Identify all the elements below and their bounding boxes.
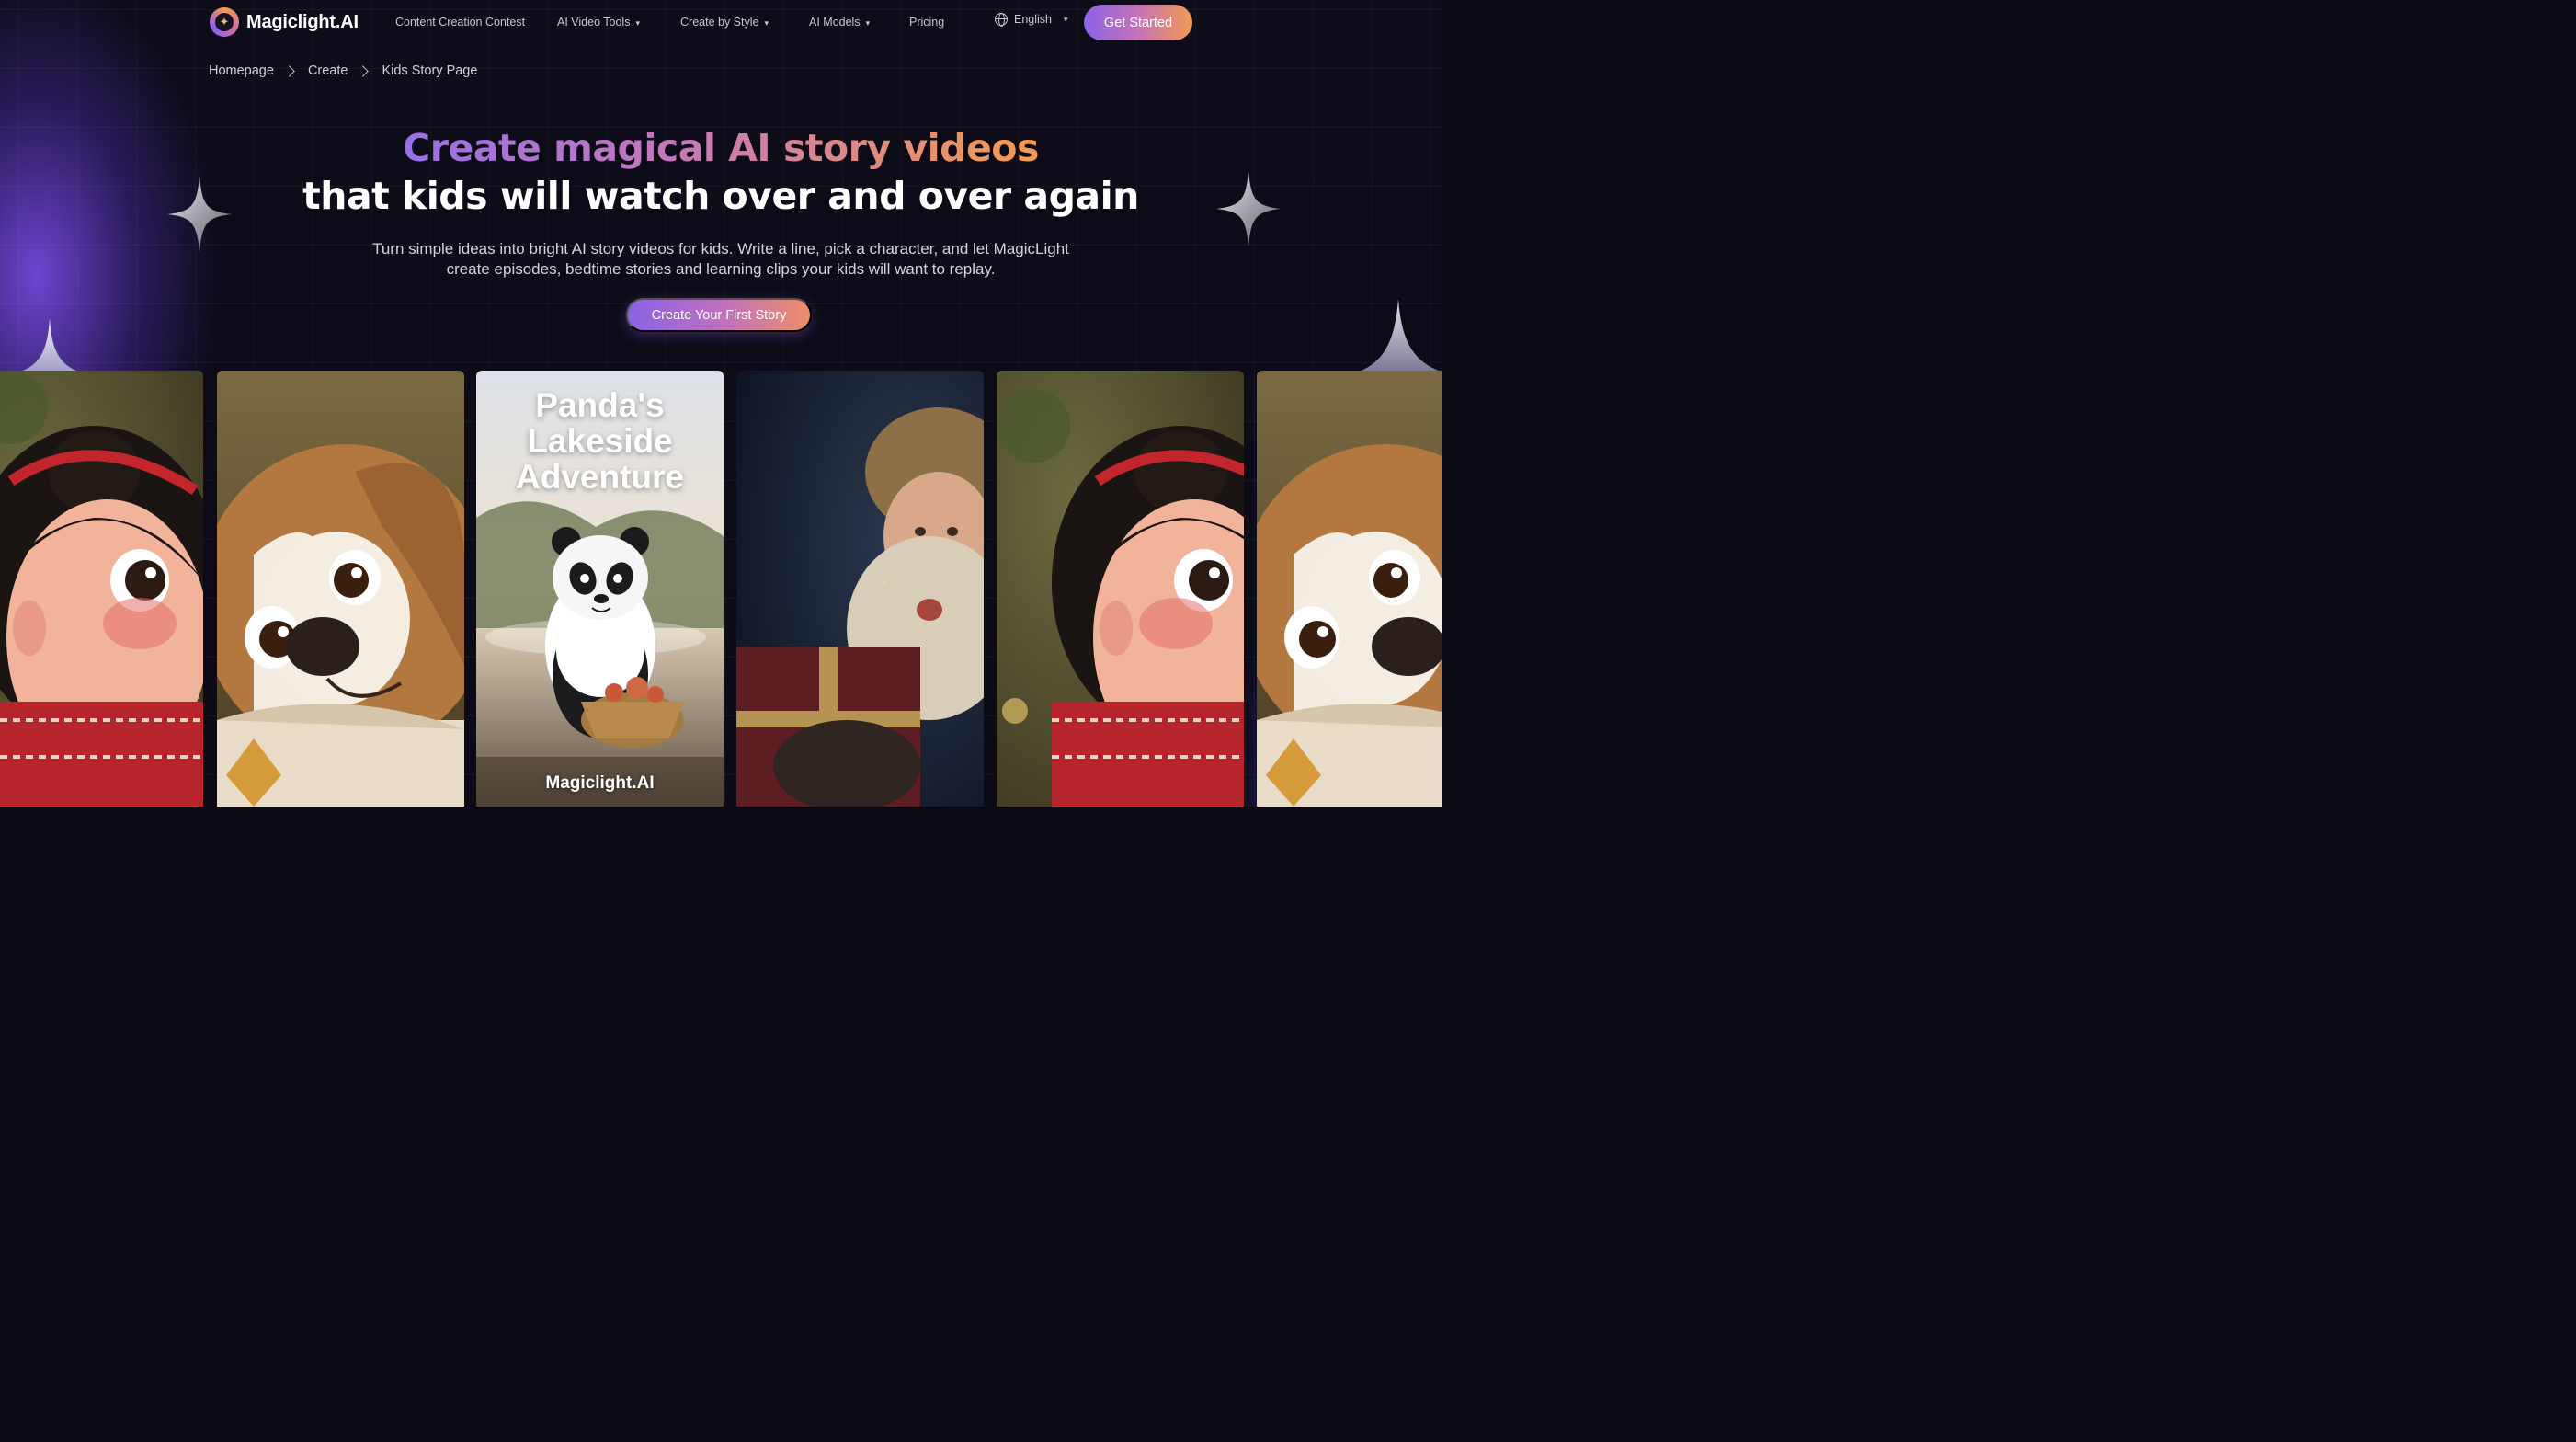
brand-logo[interactable]: ✦ Magiclight.AI <box>210 7 359 37</box>
chevron-right-icon <box>357 64 370 77</box>
sparkle-logo-icon: ✦ <box>210 7 239 37</box>
hero-subtitle: Turn simple ideas into bright AI story v… <box>372 240 1069 278</box>
chevron-down-icon: ▾ <box>764 17 769 28</box>
language-label: English <box>1014 13 1052 26</box>
chevron-right-icon <box>283 64 295 77</box>
chevron-down-icon: ▾ <box>635 17 640 28</box>
sparkle-icon-bottom-right <box>1359 299 1442 372</box>
hero-headline-primary: Create magical AI story videos <box>0 126 1442 170</box>
brand-name: Magiclight.AI <box>246 11 359 32</box>
puppy-character-illustration <box>1257 371 1442 807</box>
nav-item-ai-video-tools[interactable]: AI Video Tools ▾ <box>557 16 640 29</box>
video-card-girl[interactable] <box>0 371 203 807</box>
language-selector[interactable]: English ▾ <box>995 13 1068 27</box>
top-navigation: ✦ Magiclight.AI Content Creation Contest… <box>0 0 1442 46</box>
breadcrumb: Homepage Create Kids Story Page <box>209 63 477 78</box>
video-card-santa[interactable] <box>736 371 984 807</box>
poster-title: Panda's Lakeside Adventure <box>516 386 684 496</box>
get-started-button[interactable]: Get Started <box>1084 5 1192 40</box>
puppy-character-illustration <box>217 371 464 807</box>
breadcrumb-create[interactable]: Create <box>308 63 348 78</box>
nav-item-ai-models[interactable]: AI Models ▾ <box>809 16 870 29</box>
breadcrumb-current-page: Kids Story Page <box>382 63 478 78</box>
story-video-gallery: Panda's Lakeside Adventure Magiclight.AI <box>0 371 1442 807</box>
nav-item-label: Content Creation Contest <box>395 16 526 29</box>
video-card-panda-poster[interactable]: Panda's Lakeside Adventure Magiclight.AI <box>476 371 724 807</box>
breadcrumb-homepage[interactable]: Homepage <box>209 63 274 78</box>
nav-item-create-by-style[interactable]: Create by Style ▾ <box>680 16 769 29</box>
santa-with-gift-illustration <box>736 371 984 807</box>
nav-item-label: Pricing <box>909 16 945 29</box>
sparkle-icon-bottom-left <box>20 318 79 372</box>
chevron-down-icon: ▾ <box>1064 14 1068 24</box>
video-card-puppy-repeat[interactable] <box>1257 371 1442 807</box>
hero-headline-gradient-text: Create magical AI story videos <box>403 126 1039 170</box>
chevron-down-icon: ▾ <box>865 17 871 28</box>
nav-item-content-creation-contest[interactable]: Content Creation Contest <box>395 16 525 29</box>
nav-item-label: AI Video Tools <box>557 16 631 29</box>
girl-character-illustration <box>997 371 1244 807</box>
video-card-puppy[interactable] <box>217 371 464 807</box>
poster-brand-watermark: Magiclight.AI <box>545 773 655 793</box>
video-card-girl-repeat[interactable] <box>997 371 1244 807</box>
hero-headline-secondary: that kids will watch over and over again <box>302 174 1139 218</box>
girl-character-illustration <box>0 371 203 807</box>
nav-item-pricing[interactable]: Pricing <box>909 16 944 29</box>
create-first-story-button[interactable]: Create Your First Story <box>626 298 812 332</box>
globe-icon <box>995 13 1008 27</box>
nav-item-label: Create by Style <box>680 16 759 29</box>
nav-item-label: AI Models <box>809 16 861 29</box>
